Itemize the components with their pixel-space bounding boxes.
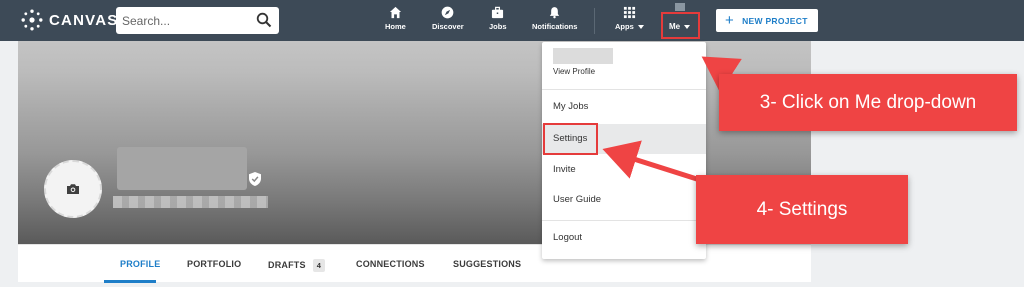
nav-apps[interactable]: Apps [615, 6, 644, 36]
camera-icon [67, 184, 79, 194]
tab-drafts[interactable]: DRAFTS 4 [268, 259, 326, 272]
shield-check-icon [249, 172, 261, 186]
home-icon [389, 6, 401, 19]
menu-item-user-guide[interactable]: User Guide [542, 194, 706, 205]
new-project-button[interactable]: + NEW PROJECT [716, 9, 818, 32]
menu-item-invite[interactable]: Invite [542, 164, 706, 175]
menu-divider [542, 220, 706, 221]
canvas-logo-icon [21, 9, 43, 31]
callout-step-3: 3- Click on Me drop-down [719, 74, 1017, 131]
nav-divider [594, 8, 595, 34]
compass-icon [441, 6, 454, 19]
chevron-down-icon [637, 25, 644, 30]
avatar[interactable] [675, 3, 685, 11]
blurred-profile-name [117, 147, 247, 190]
tab-connections[interactable]: CONNECTIONS [356, 259, 425, 269]
tab-profile[interactable]: PROFILE [120, 259, 160, 269]
tab-portfolio[interactable]: PORTFOLIO [187, 259, 241, 269]
drafts-count-badge: 4 [312, 259, 326, 272]
nav-notifications-label: Notifications [532, 22, 578, 31]
me-highlight-box [661, 12, 700, 39]
new-project-label: NEW PROJECT [742, 15, 808, 26]
profile-photo-upload[interactable] [44, 160, 102, 218]
blurred-profile-subtitle [113, 196, 268, 208]
view-profile-link[interactable]: View Profile [542, 67, 706, 76]
search-icon[interactable] [256, 12, 272, 28]
brand-logo[interactable]: CANVAS [21, 9, 118, 31]
nav-jobs-label: Jobs [489, 22, 507, 31]
brand-name: CANVAS [49, 11, 119, 29]
briefcase-icon [492, 6, 504, 19]
active-tab-indicator [104, 280, 156, 283]
nav-home[interactable]: Home [385, 6, 406, 36]
menu-divider [542, 89, 706, 90]
search-box [116, 7, 279, 34]
top-navigation-bar: CANVAS Home Discover Jobs Notifications [0, 0, 1024, 41]
bell-icon [550, 7, 560, 19]
search-input[interactable] [116, 7, 246, 34]
nav-jobs[interactable]: Jobs [489, 6, 507, 36]
tab-suggestions[interactable]: SUGGESTIONS [453, 259, 521, 269]
nav-apps-text: Apps [615, 22, 634, 31]
blurred-user-name [553, 48, 613, 64]
nav-home-label: Home [385, 22, 406, 31]
callout-step-4: 4- Settings [696, 175, 908, 244]
nav-apps-label: Apps [615, 22, 644, 31]
menu-item-my-jobs[interactable]: My Jobs [542, 101, 706, 112]
plus-icon: + [725, 12, 735, 29]
tab-drafts-label: DRAFTS [268, 260, 306, 270]
nav-discover[interactable]: Discover [432, 6, 464, 36]
nav-notifications[interactable]: Notifications [532, 6, 577, 36]
menu-item-logout[interactable]: Logout [542, 232, 706, 243]
nav-discover-label: Discover [432, 22, 464, 31]
settings-highlight-box [543, 123, 598, 155]
apps-grid-icon [623, 6, 635, 19]
